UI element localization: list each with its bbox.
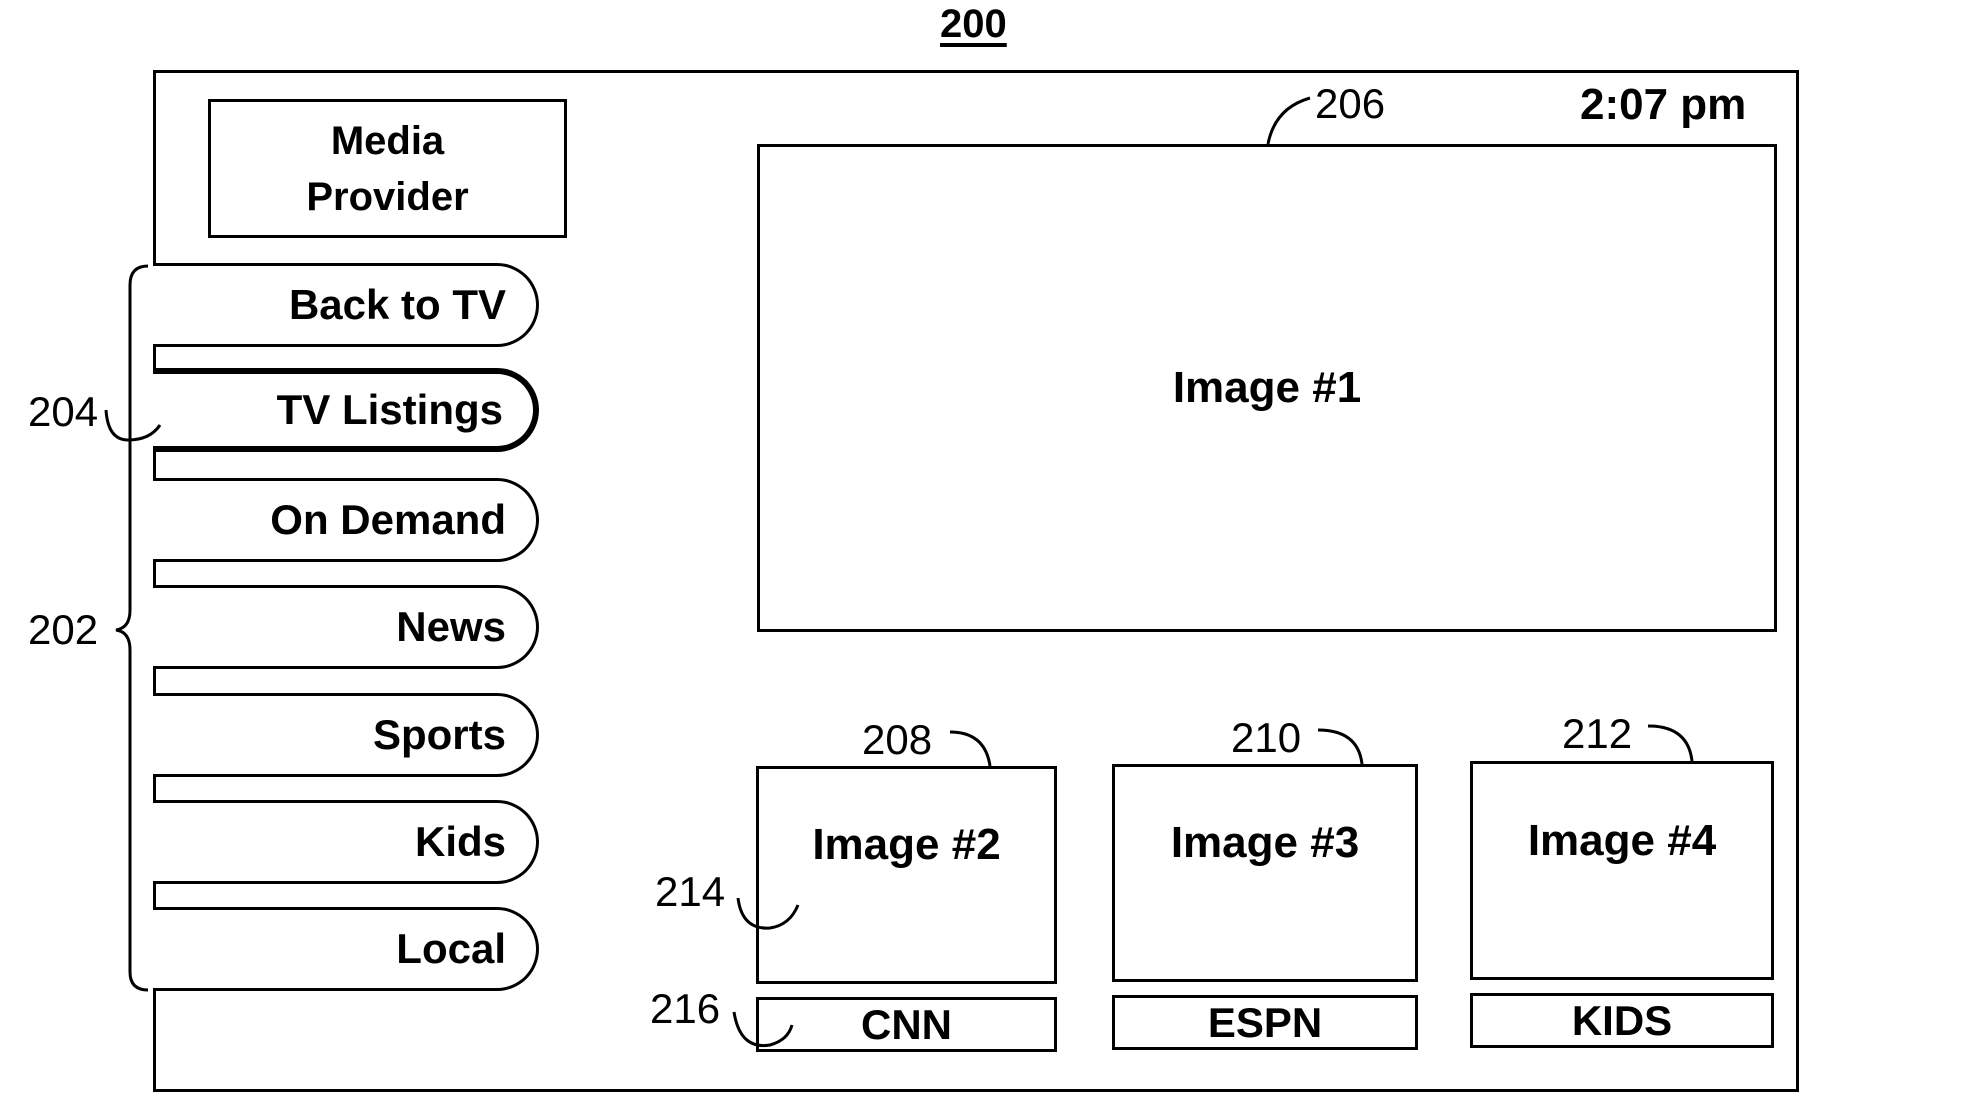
leader-214 <box>736 897 800 930</box>
leader-210 <box>1317 728 1364 765</box>
leader-216 <box>732 1011 794 1048</box>
leader-208 <box>949 730 992 767</box>
leader-204 <box>104 409 162 442</box>
leader-lines <box>104 96 1694 1048</box>
leader-212 <box>1647 724 1694 762</box>
leader-206 <box>1266 96 1311 145</box>
brace-202 <box>115 264 149 992</box>
